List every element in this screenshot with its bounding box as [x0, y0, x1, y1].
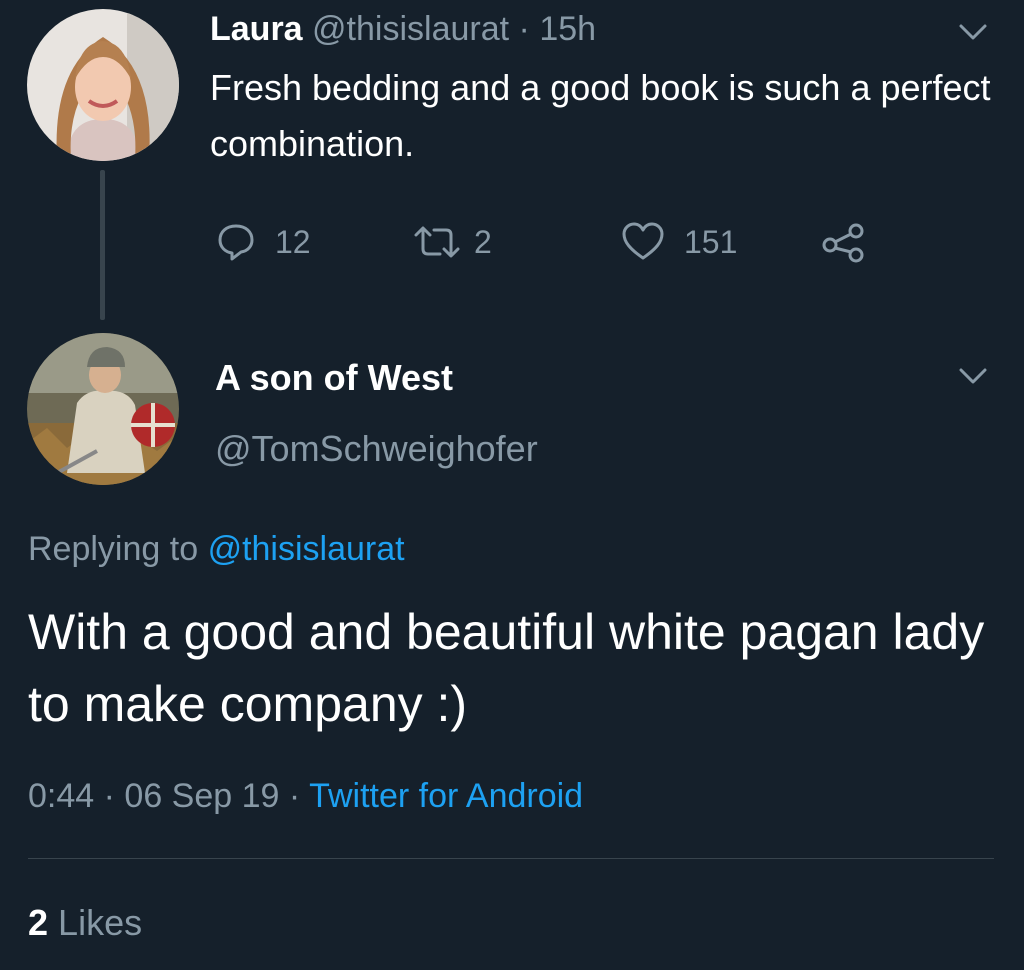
replying-to-line: Replying to @thisislaurat — [28, 526, 405, 572]
parent-author-name[interactable]: Laura — [210, 10, 303, 48]
tweet-source-link[interactable]: Twitter for Android — [309, 777, 583, 815]
retweet-count: 2 — [474, 223, 492, 260]
reply-author-handle[interactable]: @TomSchweighofer — [215, 426, 538, 472]
likes-label: Likes — [58, 902, 143, 943]
chevron-down-icon[interactable] — [958, 22, 988, 42]
portrait-photo-icon — [27, 9, 179, 161]
likes-summary[interactable]: 2 Likes — [28, 900, 142, 946]
parent-author-handle[interactable]: @thisislaurat — [312, 10, 509, 48]
likes-count: 2 — [28, 902, 49, 943]
parent-tweet-header: Laura @thisislaurat · 15h — [210, 8, 596, 50]
tweet-date: 06 Sep 19 — [124, 777, 280, 815]
thread-connector-line — [100, 170, 105, 320]
like-action[interactable]: 151 — [620, 220, 737, 264]
share-action[interactable] — [820, 220, 868, 264]
reply-tweet-text: With a good and beautiful white pagan la… — [28, 604, 985, 732]
meta-separator: · — [288, 777, 301, 815]
like-count: 151 — [684, 223, 738, 260]
replying-to-handle-link[interactable]: @thisislaurat — [208, 530, 405, 568]
retweet-icon — [414, 226, 460, 258]
header-separator: · — [518, 10, 530, 48]
parent-tweet-time[interactable]: 15h — [539, 10, 596, 48]
tweet-metadata: 0:44 · 06 Sep 19 · Twitter for Android — [28, 772, 583, 820]
speech-bubble-icon — [218, 224, 254, 261]
share-icon — [822, 223, 864, 263]
reply-author-avatar[interactable] — [27, 333, 179, 485]
reply-author-name[interactable]: A son of West — [215, 355, 453, 401]
painting-portrait-icon — [27, 333, 179, 485]
meta-separator: · — [103, 777, 115, 815]
chevron-down-icon[interactable] — [958, 366, 988, 386]
reply-count: 12 — [275, 223, 311, 260]
parent-tweet-text: Fresh bedding and a good book is such a … — [210, 67, 991, 164]
divider — [28, 858, 994, 859]
replying-prefix: Replying to — [28, 530, 199, 568]
retweet-action[interactable]: 2 — [412, 220, 492, 264]
parent-author-avatar[interactable] — [27, 9, 179, 161]
heart-icon — [622, 222, 664, 260]
tweet-detail-page: Laura @thisislaurat · 15h Fresh bedding … — [0, 0, 1024, 970]
tweet-time: 0:44 — [28, 777, 95, 815]
reply-action[interactable]: 12 — [215, 220, 311, 264]
